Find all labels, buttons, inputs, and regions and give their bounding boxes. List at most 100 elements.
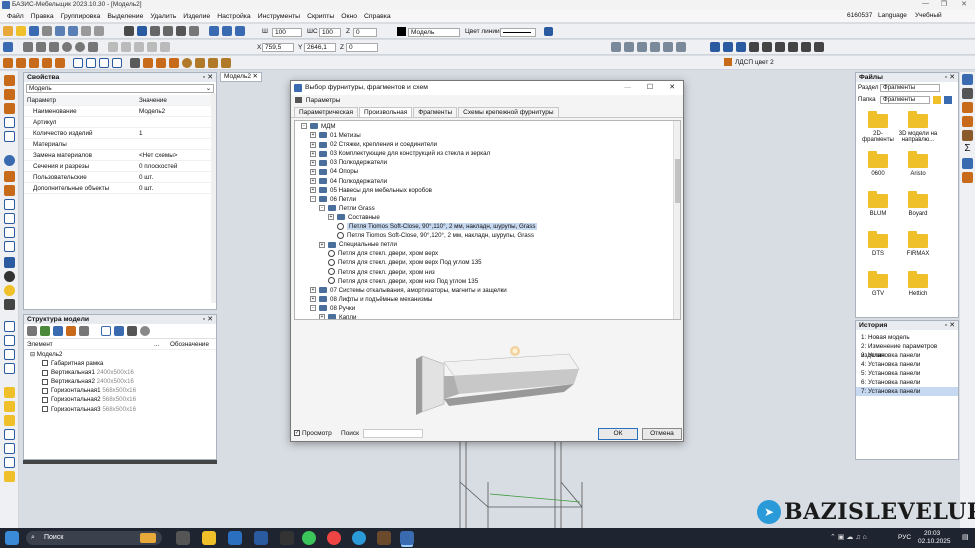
- history-item[interactable]: 5: Установка панели: [856, 369, 958, 378]
- tree-folder[interactable]: +05 Навесы для мебельных коробов: [295, 186, 680, 195]
- cone-icon[interactable]: [195, 57, 205, 68]
- tool-struct2-icon[interactable]: [4, 335, 15, 346]
- panel-icon[interactable]: [3, 57, 13, 68]
- structure-item[interactable]: Горизонтальная1 568x500x16: [24, 386, 216, 395]
- tool-panel-h-icon[interactable]: [4, 89, 15, 100]
- render5-icon[interactable]: [762, 42, 772, 52]
- expand-icon[interactable]: +: [310, 296, 316, 303]
- tree-folder[interactable]: - МДМ: [295, 122, 680, 131]
- tree-folder[interactable]: + Составные: [295, 213, 680, 222]
- app-blue2-icon[interactable]: [254, 531, 268, 545]
- snap-icon[interactable]: [150, 26, 160, 36]
- explorer-icon[interactable]: [202, 531, 216, 545]
- panel3-icon[interactable]: [29, 57, 39, 68]
- tab-fragments[interactable]: Фрагменты: [413, 107, 458, 117]
- tree-folder[interactable]: +08 Лифты и подъёмные механизмы: [295, 295, 680, 304]
- task-view-icon[interactable]: [176, 531, 190, 545]
- tree-folder[interactable]: +02 Стяжки, крепления и соединители: [295, 140, 680, 149]
- right-tool5-icon[interactable]: [962, 130, 973, 141]
- telegram-task-icon[interactable]: [352, 531, 366, 545]
- extrude-icon[interactable]: [221, 57, 231, 68]
- tool-struct6-icon[interactable]: [4, 401, 15, 412]
- expand-icon[interactable]: +: [328, 214, 334, 221]
- tool-grid-icon[interactable]: [4, 241, 15, 252]
- panel4-icon[interactable]: [42, 57, 52, 68]
- tool-frame-icon[interactable]: [4, 199, 15, 210]
- object-select[interactable]: Модель ⌄: [26, 84, 214, 93]
- struct-tool2-icon[interactable]: [40, 326, 50, 336]
- collapse-icon[interactable]: -: [319, 205, 325, 212]
- structure-item[interactable]: Вертикальная1 2400x500x16: [24, 368, 216, 377]
- tool-clock-icon[interactable]: [4, 271, 15, 282]
- menu-window[interactable]: Окно: [341, 13, 357, 20]
- notification-icon[interactable]: ▤: [962, 533, 969, 541]
- folder-nav-icon[interactable]: [944, 96, 952, 104]
- tool-struct5-icon[interactable]: [4, 387, 15, 398]
- history-item[interactable]: 1: Новая модель: [856, 333, 958, 342]
- view-top-icon[interactable]: [624, 42, 634, 52]
- arc-icon[interactable]: [88, 42, 98, 52]
- menu-file[interactable]: Файл: [7, 13, 24, 20]
- magnet-icon[interactable]: [137, 26, 147, 36]
- view-right-icon[interactable]: [650, 42, 660, 52]
- menu-select[interactable]: Выделение: [107, 13, 143, 20]
- menu-help[interactable]: Справка: [364, 13, 391, 20]
- tree-folder[interactable]: - 06 Петли: [295, 195, 680, 204]
- property-row[interactable]: Наименование Модель2: [24, 106, 216, 117]
- whatsapp-icon[interactable]: [302, 531, 316, 545]
- expand-icon[interactable]: +: [310, 132, 316, 139]
- render3-icon[interactable]: [736, 42, 746, 52]
- struct-filter-icon[interactable]: [101, 326, 111, 336]
- tree-scroll-thumb[interactable]: [675, 159, 680, 203]
- hinge-item[interactable]: Петля для стекл. двери, хром верх Под уг…: [295, 258, 680, 267]
- tool-frame2-icon[interactable]: [4, 213, 15, 224]
- tab-parametric[interactable]: Параметрическая: [294, 107, 358, 117]
- dialog-maximize-icon[interactable]: ☐: [647, 81, 653, 95]
- taskbar-search[interactable]: ⌕ Поиск: [26, 531, 162, 545]
- view-front-icon[interactable]: [611, 42, 621, 52]
- property-row[interactable]: Количество изделий 1: [24, 128, 216, 139]
- property-row[interactable]: Пользовательские 0 шт.: [24, 172, 216, 183]
- expand-icon[interactable]: +: [310, 177, 316, 184]
- cancel-button[interactable]: Отмена: [642, 428, 682, 440]
- view-iso-icon[interactable]: [676, 42, 686, 52]
- mirror-icon[interactable]: [121, 42, 131, 52]
- right-tool8-icon[interactable]: [962, 172, 973, 183]
- open-folder-icon[interactable]: [16, 26, 26, 36]
- app-orange-icon[interactable]: [377, 531, 391, 545]
- property-value[interactable]: <Нет схемы>: [139, 150, 177, 161]
- structure-item[interactable]: Горизонтальная2 568x500x16: [24, 395, 216, 404]
- property-value[interactable]: 1: [139, 128, 143, 139]
- cylinder-icon[interactable]: [208, 57, 218, 68]
- circle2-icon[interactable]: [75, 42, 85, 52]
- circle-icon[interactable]: [62, 42, 72, 52]
- menu-group[interactable]: Группировка: [61, 13, 101, 20]
- property-value[interactable]: 0 шт.: [139, 172, 153, 183]
- render4-icon[interactable]: [749, 42, 759, 52]
- minimize-button[interactable]: —: [922, 0, 929, 7]
- tool-struct10-icon[interactable]: [4, 457, 15, 468]
- panel2-icon[interactable]: [16, 57, 26, 68]
- tab-arbitrary[interactable]: Произвольная: [358, 107, 413, 117]
- z-coord-input[interactable]: 0: [346, 43, 378, 52]
- tool-struct8-icon[interactable]: [4, 429, 15, 440]
- file-folder[interactable]: GTV: [858, 271, 898, 297]
- tool-struct9-icon[interactable]: [4, 443, 15, 454]
- menu-product[interactable]: Изделие: [183, 13, 210, 20]
- app-blue-icon[interactable]: [228, 531, 242, 545]
- render-icon[interactable]: [710, 42, 720, 52]
- collapse-icon[interactable]: -: [310, 305, 316, 312]
- panel-frame-icon[interactable]: [112, 57, 122, 68]
- trim-icon[interactable]: [147, 42, 157, 52]
- expand-icon[interactable]: +: [310, 150, 316, 157]
- maximize-button[interactable]: ❐: [941, 0, 947, 8]
- right-tool1-icon[interactable]: [962, 74, 973, 85]
- tool-struct3-icon[interactable]: [4, 349, 15, 360]
- history-item[interactable]: 4: Установка панели: [856, 360, 958, 369]
- hinge-item[interactable]: Петля Tiomos Soft-Close, 90°,120°, 2 мм,…: [295, 231, 680, 240]
- tree-folder[interactable]: - 08 Ручки: [295, 304, 680, 313]
- app-dark-icon[interactable]: [280, 531, 294, 545]
- structure-item[interactable]: Габаритная рамка: [24, 359, 216, 368]
- expand-icon[interactable]: +: [310, 168, 316, 175]
- tree-folder[interactable]: +07 Системы откалывания, амортизаторы, м…: [295, 286, 680, 295]
